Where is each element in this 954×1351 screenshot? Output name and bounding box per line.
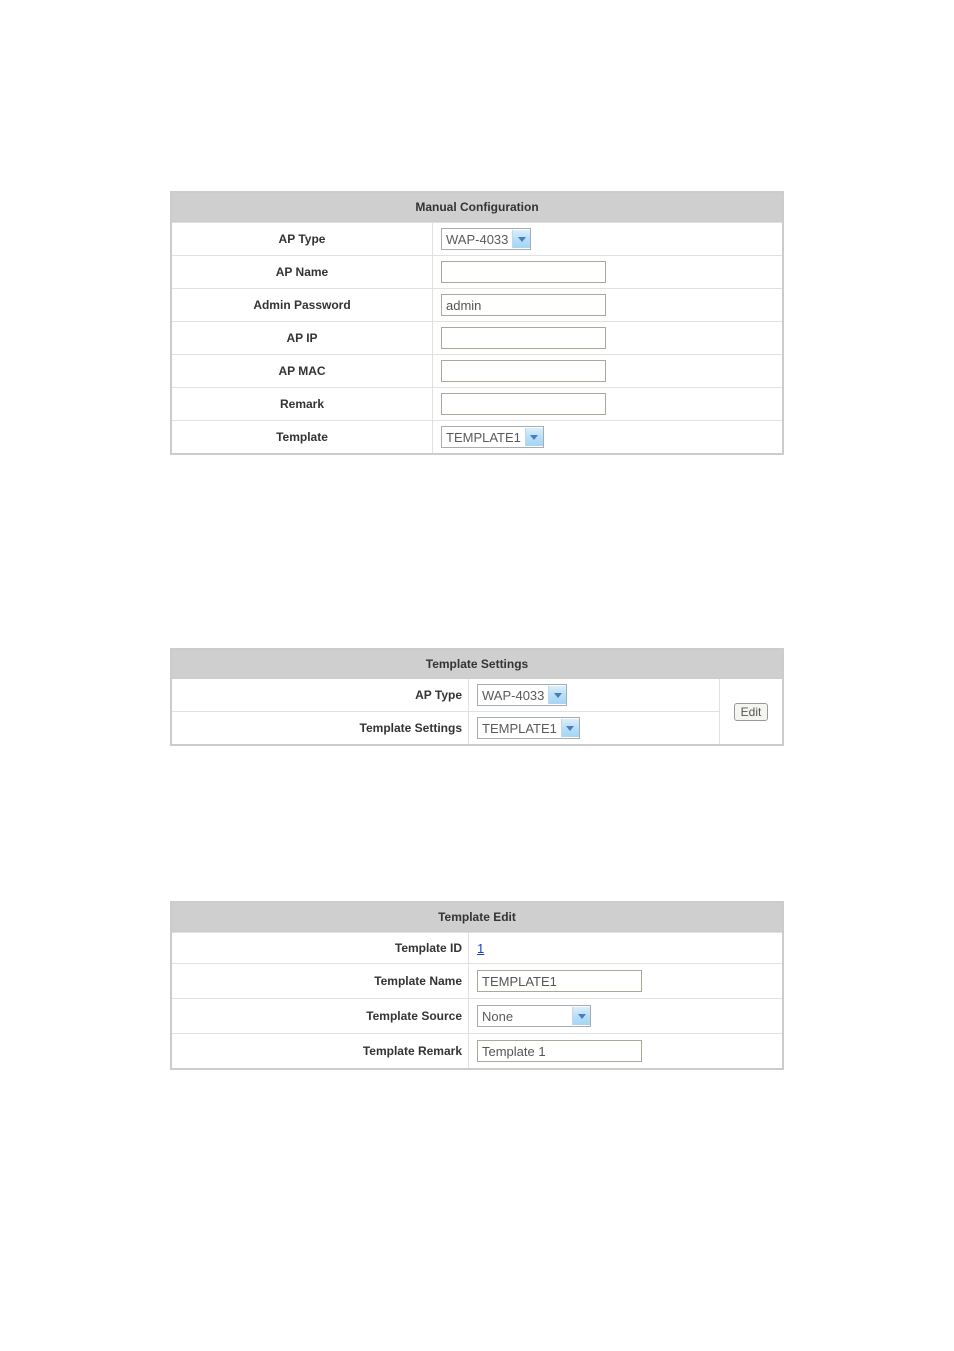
template-remark-input[interactable] <box>477 1040 642 1062</box>
manual-configuration-title: Manual Configuration <box>172 193 782 222</box>
ts-template-settings-select[interactable]: TEMPLATE1 <box>477 717 580 739</box>
template-label: Template <box>172 421 433 453</box>
template-name-input[interactable] <box>477 970 642 992</box>
chevron-down-icon <box>512 230 530 248</box>
template-source-label: Template Source <box>172 999 469 1033</box>
template-settings-panel: Template Settings AP Type WAP-4033 Templ… <box>170 648 784 746</box>
admin-password-input[interactable] <box>441 294 606 316</box>
template-select[interactable]: TEMPLATE1 <box>441 426 544 448</box>
template-source-select[interactable]: None <box>477 1005 591 1027</box>
remark-label: Remark <box>172 388 433 420</box>
ap-type-select-value: WAP-4033 <box>446 232 512 247</box>
manual-configuration-panel: Manual Configuration AP Type WAP-4033 AP… <box>170 191 784 455</box>
ap-mac-label: AP MAC <box>172 355 433 387</box>
admin-password-label: Admin Password <box>172 289 433 321</box>
template-id-label: Template ID <box>172 933 469 963</box>
remark-input[interactable] <box>441 393 606 415</box>
ts-template-settings-label: Template Settings <box>172 712 469 744</box>
chevron-down-icon <box>561 719 579 737</box>
template-edit-panel: Template Edit Template ID 1 Template Nam… <box>170 901 784 1070</box>
ts-ap-type-select[interactable]: WAP-4033 <box>477 684 567 706</box>
ap-name-label: AP Name <box>172 256 433 288</box>
ts-ap-type-label: AP Type <box>172 679 469 711</box>
template-settings-title: Template Settings <box>172 650 782 679</box>
template-remark-label: Template Remark <box>172 1034 469 1068</box>
edit-button[interactable]: Edit <box>734 703 769 721</box>
chevron-down-icon <box>548 686 566 704</box>
ap-type-label: AP Type <box>172 223 433 255</box>
template-edit-title: Template Edit <box>172 903 782 932</box>
ap-name-input[interactable] <box>441 261 606 283</box>
ts-template-settings-select-value: TEMPLATE1 <box>482 721 561 736</box>
ts-ap-type-select-value: WAP-4033 <box>482 688 548 703</box>
ap-type-select[interactable]: WAP-4033 <box>441 228 531 250</box>
chevron-down-icon <box>525 428 543 446</box>
template-select-value: TEMPLATE1 <box>446 430 525 445</box>
template-name-label: Template Name <box>172 964 469 998</box>
template-source-select-value: None <box>482 1009 572 1024</box>
ap-ip-label: AP IP <box>172 322 433 354</box>
ap-ip-input[interactable] <box>441 327 606 349</box>
ap-mac-input[interactable] <box>441 360 606 382</box>
template-id-link[interactable]: 1 <box>477 941 484 956</box>
chevron-down-icon <box>572 1007 590 1025</box>
